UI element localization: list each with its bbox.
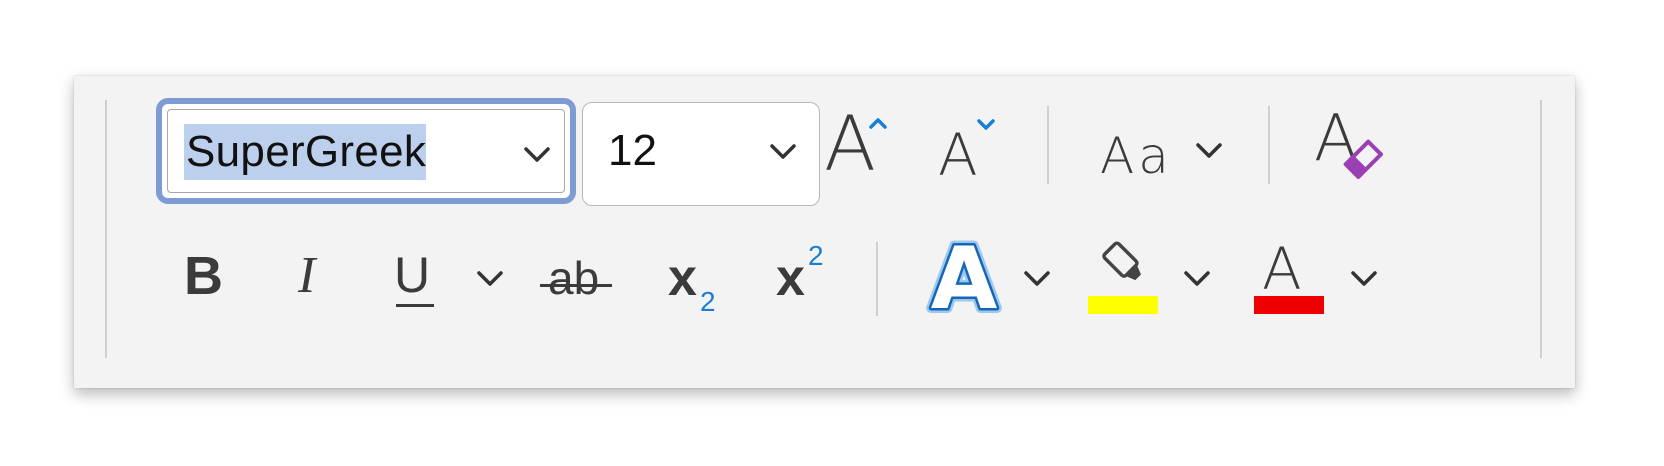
separator (1047, 106, 1049, 184)
chevron-down-icon[interactable] (1349, 268, 1379, 290)
caret-down-icon (977, 119, 995, 130)
shrink-font-button[interactable]: A (938, 98, 1008, 198)
font-size-value[interactable]: 12 (608, 123, 657, 179)
strikethrough-button[interactable]: ab (540, 244, 614, 314)
chevron-down-icon[interactable] (1194, 140, 1224, 162)
chevron-down-icon[interactable] (522, 144, 552, 166)
text-effects-button[interactable]: A A (926, 224, 1003, 334)
grow-font-button[interactable]: A (824, 98, 900, 198)
subscript-2: 2 (700, 286, 716, 317)
chevron-down-icon[interactable] (1182, 268, 1212, 290)
font-size-dropdown[interactable]: 12 (582, 102, 820, 206)
subscript-x: x (668, 249, 697, 307)
font-name-value[interactable]: SuperGreek (184, 124, 427, 180)
strikethrough-icon: ab (548, 252, 600, 304)
toolbar-left-edge (105, 100, 107, 358)
highlight-button[interactable] (1088, 240, 1160, 318)
chevron-down-icon[interactable] (1022, 268, 1052, 290)
shrink-font-icon: A (938, 121, 978, 189)
chevron-down-icon[interactable] (768, 141, 798, 163)
underline-bar (396, 304, 434, 307)
font-name-dropdown[interactable]: SuperGreek (156, 98, 576, 204)
strike-line (540, 284, 612, 287)
change-case-button[interactable]: Aa (1100, 98, 1240, 198)
underline-icon: U (394, 247, 431, 303)
superscript-2: 2 (808, 240, 824, 271)
eraser-icon (1343, 139, 1383, 179)
separator (876, 242, 878, 316)
superscript-button[interactable]: x 2 (776, 236, 836, 316)
svg-text:A: A (931, 234, 998, 320)
clear-formatting-button[interactable]: A (1314, 98, 1404, 198)
font-color-bar (1254, 296, 1324, 314)
superscript-x: x (776, 249, 805, 307)
change-case-icon: Aa (1100, 127, 1173, 185)
italic-button[interactable]: I (298, 244, 315, 308)
highlighter-icon (1102, 241, 1141, 281)
font-color-icon: A (1262, 235, 1302, 303)
chevron-down-icon[interactable] (475, 268, 505, 290)
bold-button[interactable]: B (184, 244, 223, 308)
font-color-button[interactable]: A (1254, 238, 1326, 318)
font-toolbar-panel: SuperGreek 12 A A Aa A B I U ab x 2 x 2 … (74, 76, 1575, 388)
highlight-color-bar (1088, 296, 1158, 314)
separator (1268, 106, 1270, 184)
caret-up-icon (869, 118, 887, 129)
text-effects-icon: A A (926, 224, 1003, 334)
underline-button[interactable]: U (394, 244, 440, 316)
subscript-button[interactable]: x 2 (668, 244, 728, 324)
toolbar-right-edge (1540, 100, 1542, 358)
